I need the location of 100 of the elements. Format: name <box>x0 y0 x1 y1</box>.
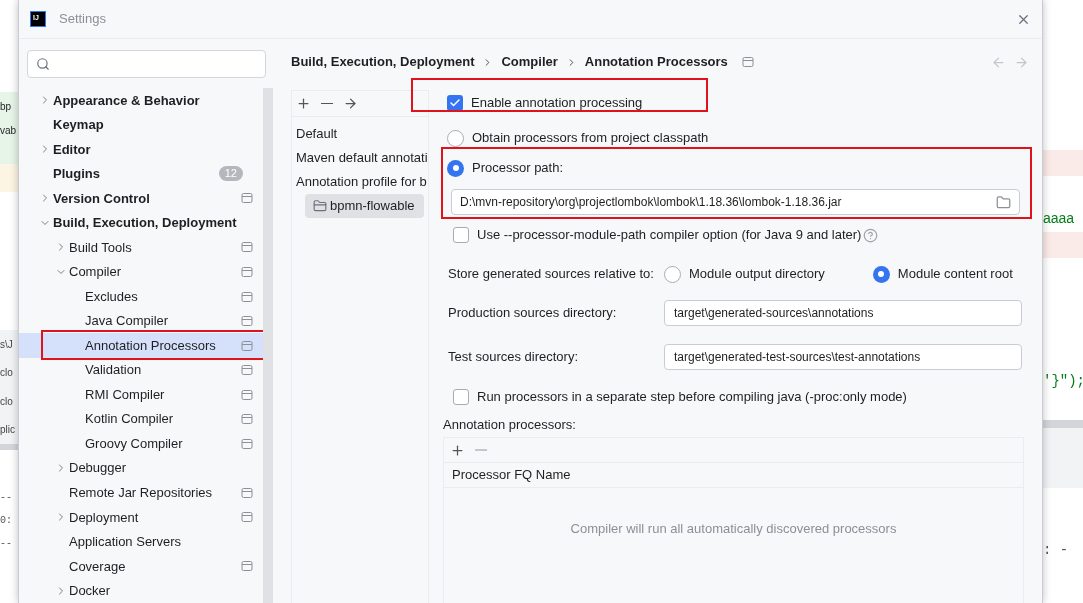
radio-label: Module output directory <box>689 265 825 284</box>
field-label: Production sources directory: <box>448 304 618 323</box>
sidebar-item[interactable]: Deployment <box>19 505 263 530</box>
window-title: Settings <box>59 10 106 29</box>
remove-icon[interactable] <box>321 102 333 105</box>
sidebar-item[interactable]: Build, Execution, Deployment <box>19 210 263 236</box>
radio-label: Obtain processors from project classpath <box>472 129 709 148</box>
folder-icon[interactable] <box>996 194 1011 210</box>
radio-button[interactable] <box>447 159 464 177</box>
item-label: Docker <box>69 582 111 601</box>
sidebar-item[interactable]: Debugger <box>19 455 263 481</box>
field-value: D:\mvn-repository\org\projectlombok\lombok\1.18.36\lombok-1.18.36.jar <box>460 194 843 211</box>
sidebar-item[interactable]: Application Servers <box>19 529 263 555</box>
sidebar-item[interactable]: Compiler <box>19 259 263 285</box>
folder-icon <box>313 199 327 213</box>
search-field[interactable] <box>27 50 266 78</box>
code-fragment: -- <box>0 491 13 505</box>
code-fragment: '}"); <box>1043 372 1083 391</box>
code-fragment: aaaa <box>1043 209 1076 228</box>
sidebar-item[interactable]: Excludes <box>19 284 263 309</box>
directory-field[interactable]: target\generated-sources\annotations <box>664 300 1022 326</box>
code-fragment: vab <box>0 123 18 138</box>
radio-label: Processor path: <box>472 159 564 178</box>
code-line-highlight <box>1043 150 1083 176</box>
help-icon[interactable] <box>863 227 879 243</box>
sidebar-item[interactable]: Groovy Compiler <box>19 431 263 456</box>
field-label: Store generated sources relative to: <box>448 265 655 284</box>
item-label: Excludes <box>85 287 138 306</box>
item-label: Appearance & Behavior <box>53 91 200 110</box>
sidebar-item[interactable]: Remote Jar Repositories <box>19 480 263 506</box>
item-label: Plugins <box>53 165 100 184</box>
item-label: Version Control <box>53 189 150 208</box>
item-label: RMI Compiler <box>85 385 165 404</box>
item-label: Annotation Processors <box>85 336 216 355</box>
checkbox-label: Run processors in a separate step before compiling java (-proc:only mode) <box>477 388 907 407</box>
profile-item[interactable]: Annotation profile for b <box>292 170 428 194</box>
item-label: Kotlin Compiler <box>85 410 174 429</box>
radio-label: Module content root <box>897 265 1013 284</box>
code-fragment: plic <box>0 423 16 438</box>
breadcrumb-item[interactable]: Build, Execution, Deployment <box>291 52 475 72</box>
code-fragment: -- <box>0 537 13 551</box>
checkbox[interactable] <box>447 95 463 111</box>
project-level-icon <box>741 56 754 68</box>
item-label: Keymap <box>53 116 104 135</box>
forward-icon[interactable] <box>1014 54 1029 70</box>
directory-field[interactable]: target\generated-test-sources\test-annotations <box>664 344 1022 370</box>
item-label: Build, Execution, Deployment <box>53 214 237 233</box>
item-label: Debugger <box>69 459 127 478</box>
code-fragment: s\J <box>0 337 14 352</box>
checkbox-label: Enable annotation processing <box>471 94 643 113</box>
item-label: Remote Jar Repositories <box>69 484 213 502</box>
sidebar-item[interactable]: Annotation Processors <box>19 333 263 358</box>
item-label: Validation <box>85 361 142 380</box>
section-label: Annotation processors: <box>443 416 577 434</box>
sidebar-item[interactable]: Validation <box>19 357 263 383</box>
sidebar-item[interactable]: Keymap <box>19 112 263 138</box>
item-label: Build Tools <box>69 238 132 257</box>
processor-path-field[interactable]: D:\mvn-repository\org\projectlombok\lombok\1.18.36\lombok-1.18.36.jar <box>451 189 1020 215</box>
profile-item[interactable]: Default <box>292 122 428 146</box>
checkbox[interactable] <box>453 227 469 243</box>
item-label: Groovy Compiler <box>85 434 183 453</box>
radio-button[interactable] <box>447 129 464 147</box>
item-label: Compiler <box>69 263 121 282</box>
item-label: Coverage <box>69 557 126 576</box>
code-fragment: clo <box>0 394 14 409</box>
sidebar-item[interactable]: Editor <box>19 137 263 162</box>
breadcrumb-item[interactable]: Annotation Processors <box>584 52 728 72</box>
item-label: Deployment <box>69 508 139 527</box>
code-fragment: : - <box>1043 541 1070 560</box>
add-icon[interactable] <box>450 442 465 458</box>
back-icon[interactable] <box>991 54 1006 70</box>
add-icon[interactable] <box>296 96 311 111</box>
count-badge: 12 <box>218 166 243 182</box>
sidebar-item[interactable]: Kotlin Compiler <box>19 406 263 432</box>
sidebar-item[interactable]: Plugins 12 <box>19 161 263 187</box>
item-label: Application Servers <box>69 533 181 552</box>
code-fragment: clo <box>0 366 14 381</box>
sidebar-item[interactable]: Coverage <box>19 554 263 579</box>
radio-button[interactable] <box>872 265 890 283</box>
code-fragment: 0: <box>0 514 13 528</box>
profile-item[interactable]: bpmn-flowable <box>305 194 424 218</box>
checkbox-label: Use --processor-module-path compiler option (for Java 9 and later) <box>477 226 862 245</box>
profile-item[interactable]: Maven default annotati <box>292 146 428 170</box>
scrollbar[interactable] <box>263 88 273 603</box>
sidebar-item[interactable]: Docker <box>19 578 263 603</box>
breadcrumb-item[interactable]: Compiler <box>501 52 558 72</box>
item-label: Java Compiler <box>85 312 169 331</box>
sidebar-item[interactable]: Java Compiler <box>19 308 263 334</box>
arrow-right-icon[interactable] <box>343 96 358 111</box>
sidebar-item[interactable]: Build Tools <box>19 235 263 260</box>
sidebar-item[interactable]: RMI Compiler <box>19 382 263 407</box>
column-header[interactable]: Processor FQ Name <box>444 463 1023 488</box>
radio-button[interactable] <box>664 265 681 283</box>
sidebar-item[interactable]: Appearance & Behavior <box>19 88 263 113</box>
sidebar-item[interactable]: Version Control <box>19 186 263 211</box>
code-fragment: bp <box>0 99 13 114</box>
item-label: Editor <box>53 140 91 159</box>
empty-message: Compiler will run all automatically discovered processors <box>570 520 897 538</box>
search-icon <box>36 57 50 71</box>
checkbox[interactable] <box>453 389 469 405</box>
